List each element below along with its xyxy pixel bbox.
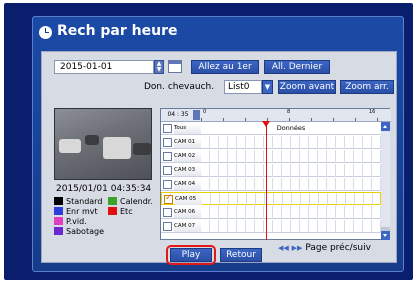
camera-track[interactable] [201,206,381,219]
timeline-row-all[interactable]: Tous Données [161,122,381,135]
legend-swatch-tamper [54,227,63,235]
date-spinner[interactable]: ▲ ▼ [154,60,164,74]
legend-label-tamper: Sabotage [66,227,104,236]
tick [201,118,202,121]
next-page-icon[interactable]: ▶▶ [292,244,303,252]
camera-preview [54,108,152,180]
overlap-label: Don. chevauch. [144,82,215,92]
goto-first-button[interactable]: Allez au 1er [191,60,259,74]
scroll-up-icon[interactable] [381,122,390,131]
page-nav-label: Page préc/suiv [305,243,371,253]
tick [333,118,334,121]
tick [377,118,378,121]
timeline-row[interactable]: CAM 07 [161,220,381,233]
legend-label-etc: Etc [120,207,133,216]
play-button[interactable]: Play [170,248,212,262]
tick [289,118,290,121]
chevron-down-icon[interactable]: ▼ [262,80,273,94]
camera-checkbox[interactable] [164,193,173,204]
camera-checkbox[interactable] [163,138,172,147]
camera-label: CAM 01 [174,137,201,148]
timeline-scrollbar[interactable] [381,122,390,240]
back-button[interactable]: Retour [220,248,262,262]
all-checkbox[interactable] [163,124,172,133]
camera-label: CAM 02 [174,151,201,162]
camera-checkbox[interactable] [163,152,172,161]
camera-label: CAM 07 [174,221,201,232]
date-field[interactable]: 2015-01-01 [54,60,154,74]
playhead-line [266,123,267,240]
overlap-select[interactable]: List0 [224,80,262,94]
time-scale: 0 8 16 [201,109,381,122]
camera-track[interactable] [201,150,381,163]
camera-checkbox[interactable] [163,166,172,175]
legend-label-calendar: Calendr. [120,197,153,206]
all-label: Tous [174,123,201,134]
calendar-icon[interactable] [168,60,182,73]
camera-label: CAM 06 [174,207,201,218]
parked-car [85,135,99,145]
camera-checkbox[interactable] [163,208,172,217]
legend-swatch-calendar [108,197,117,205]
search-by-time-dialog: Rech par heure 2015-01-01 ▲ ▼ Allez au 1e… [32,16,404,272]
legend-swatch-motion [54,207,63,215]
parked-car [103,137,131,159]
tick [355,118,356,121]
dialog-title-bar: Rech par heure [33,17,405,47]
time-field[interactable]: 04 : 35 [163,110,193,120]
zoom-in-button[interactable]: Zoom avant [278,80,336,94]
camera-track[interactable] [201,220,381,233]
camera-label: CAM 05 [175,194,202,205]
legend-label-motion: Enr mvt [66,207,98,216]
timeline-row[interactable]: CAM 04 [161,178,381,191]
tick-label: 16 [369,109,376,115]
timeline-row[interactable]: CAM 03 [161,164,381,177]
camera-checkbox[interactable] [163,180,172,189]
page-navigation[interactable]: ◀◀ ▶▶ Page préc/suiv [278,243,371,253]
camera-checkbox[interactable] [163,222,172,231]
tick [223,118,224,121]
preview-timestamp: 2015/01/01 04:35:34 [56,184,152,194]
tick [311,118,312,121]
clock-icon [39,26,52,39]
time-spinner[interactable] [193,110,200,120]
data-column-header: Données [276,124,306,132]
camera-track[interactable] [201,164,381,177]
legend-swatch-etc [108,207,117,215]
parked-car [59,139,81,153]
timeline-row[interactable]: CAM 01 [161,136,381,149]
dialog-content: 2015-01-01 ▲ ▼ Allez au 1er All. Dernier … [41,51,397,263]
tick [245,118,246,121]
camera-track[interactable] [201,136,381,149]
camera-label: CAM 04 [174,179,201,190]
scrollbar-thumb[interactable] [381,131,390,227]
camera-label: CAM 03 [174,165,201,176]
prev-page-icon[interactable]: ◀◀ [278,244,289,252]
goto-last-button[interactable]: All. Dernier [264,60,330,74]
legend-label-video-loss: P.vid. [66,217,87,226]
timeline-header: 04 : 35 0 8 16 [161,109,391,122]
tick-label: 8 [287,109,291,115]
parked-car [133,143,151,155]
legend-label-standard: Standard [66,197,103,206]
legend-swatch-standard [54,197,63,205]
camera-track[interactable] [201,178,381,191]
timeline-grid[interactable]: 04 : 35 0 8 16 Tous Données CAM 01 CAM 0… [160,108,391,240]
dialog-title: Rech par heure [57,23,178,39]
scroll-down-icon[interactable] [381,231,390,240]
camera-track[interactable] [202,193,382,206]
timeline-row-selected[interactable]: CAM 05 [161,192,382,206]
legend-swatch-video-loss [54,217,63,225]
tick-label: 0 [203,109,207,115]
timeline-row[interactable]: CAM 02 [161,150,381,163]
timeline-row[interactable]: CAM 06 [161,206,381,219]
zoom-out-button[interactable]: Zoom arr. [340,80,394,94]
